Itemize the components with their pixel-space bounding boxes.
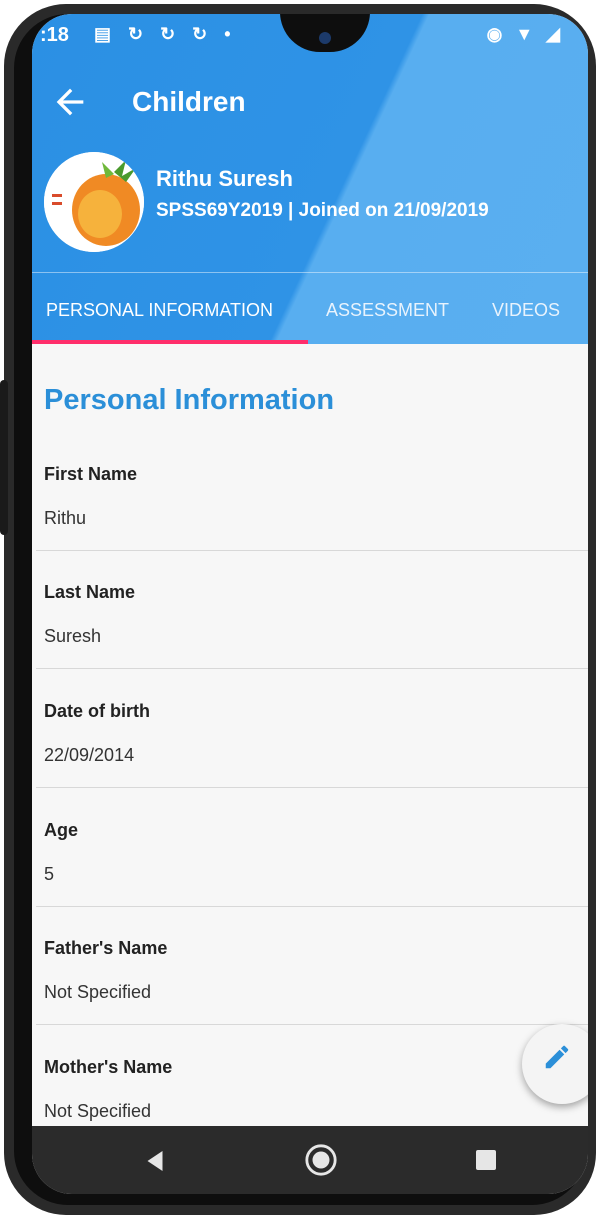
divider — [36, 1024, 588, 1025]
tab-bar: PERSONAL INFORMATION ASSESSMENT VIDEOS — [32, 286, 588, 344]
divider — [36, 668, 588, 669]
notification-icons: ▤ ↻ ↻ ↻ • — [94, 24, 237, 44]
divider — [36, 906, 588, 907]
field-value: 22/09/2014 — [44, 745, 135, 765]
avatar — [44, 152, 144, 252]
section-title: Personal Information — [44, 384, 335, 416]
field-label: Father's Name — [44, 938, 168, 958]
arrow-left-icon[interactable] — [50, 82, 90, 122]
pencil-edit-icon — [545, 1045, 569, 1069]
child-name: Rithu Suresh — [156, 166, 293, 191]
signal-wifi-battery-icons: ◉ ▼ ◢ — [486, 24, 564, 44]
field-value: Suresh — [44, 626, 102, 646]
page-title: Children — [132, 86, 246, 117]
field-value: Not Specified — [44, 982, 152, 1002]
tab-personal-information[interactable]: PERSONAL INFORMATION — [46, 300, 273, 321]
divider — [36, 787, 588, 788]
field-label: First Name — [44, 464, 138, 484]
divider — [36, 550, 588, 551]
field-value: Not Specified — [44, 1101, 152, 1121]
system-nav-bar — [32, 1126, 588, 1194]
tab-assessment[interactable]: ASSESSMENT — [326, 300, 449, 321]
app-header: :18 ▤ ↻ ↻ ↻ • ◉ ▼ ◢ Children Rithu Sures… — [32, 14, 588, 344]
toolbar: Children — [32, 78, 588, 126]
front-camera — [319, 32, 331, 44]
nav-back-icon[interactable] — [140, 1146, 170, 1176]
field-value: Rithu — [44, 508, 87, 528]
nav-recent-apps-icon[interactable] — [474, 1148, 498, 1172]
nav-home-icon[interactable] — [304, 1143, 338, 1177]
field-label: Age — [44, 820, 79, 840]
phone-side-button — [0, 380, 8, 535]
app-screen: :18 ▤ ↻ ↻ ↻ • ◉ ▼ ◢ Children Rithu Sures… — [32, 14, 588, 1194]
status-time: :18 — [40, 24, 69, 46]
field-label: Last Name — [44, 582, 136, 602]
field-value: 5 — [44, 864, 55, 884]
school-logo-image — [44, 152, 144, 252]
field-label: Mother's Name — [44, 1057, 173, 1077]
child-id-joined: SPSS69Y2019 | Joined on 21/09/2019 — [156, 200, 489, 221]
field-label: Date of birth — [44, 701, 150, 721]
header-divider — [32, 272, 588, 273]
personal-info-content: Personal Information First Name Rithu La… — [32, 344, 588, 1134]
tab-videos[interactable]: VIDEOS — [492, 300, 560, 321]
